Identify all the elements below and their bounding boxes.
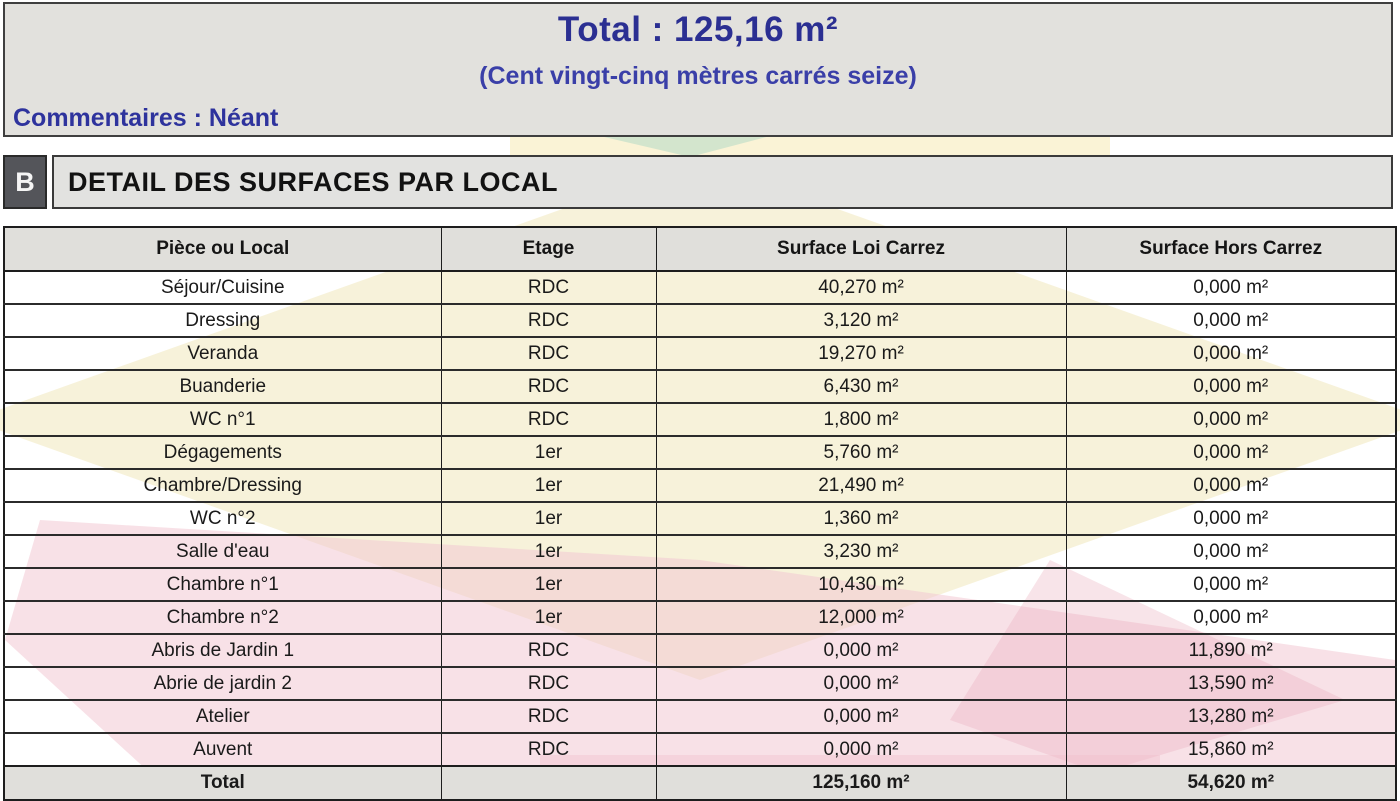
- table-row: Chambre n°21er12,000 m²0,000 m²: [4, 601, 1396, 634]
- document-page: { "header": { "total_title": "Total : 12…: [0, 0, 1400, 773]
- floor-cell: RDC: [441, 370, 656, 403]
- total-surface-title: Total : 125,16 m²: [5, 10, 1391, 50]
- room-name-cell: Dressing: [4, 304, 441, 337]
- total-loi-carrez-cell: 125,160 m²: [656, 766, 1066, 800]
- floor-cell: RDC: [441, 271, 656, 304]
- table-row: AuventRDC0,000 m²15,860 m²: [4, 733, 1396, 766]
- loi-carrez-cell: 19,270 m²: [656, 337, 1066, 370]
- loi-carrez-cell: 3,120 m²: [656, 304, 1066, 337]
- room-name-cell: Abris de Jardin 1: [4, 634, 441, 667]
- room-name-cell: WC n°1: [4, 403, 441, 436]
- hors-carrez-cell: 13,590 m²: [1066, 667, 1396, 700]
- comments-line: Commentaires : Néant: [13, 104, 278, 133]
- floor-cell: RDC: [441, 403, 656, 436]
- room-name-cell: Dégagements: [4, 436, 441, 469]
- column-header-etage: Etage: [441, 227, 656, 271]
- surfaces-table: Pièce ou Local Etage Surface Loi Carrez …: [3, 226, 1397, 801]
- table-row: WC n°21er1,360 m²0,000 m²: [4, 502, 1396, 535]
- room-name-cell: WC n°2: [4, 502, 441, 535]
- room-name-cell: Séjour/Cuisine: [4, 271, 441, 304]
- floor-cell: RDC: [441, 634, 656, 667]
- hors-carrez-cell: 11,890 m²: [1066, 634, 1396, 667]
- floor-cell: 1er: [441, 502, 656, 535]
- hors-carrez-cell: 0,000 m²: [1066, 271, 1396, 304]
- loi-carrez-cell: 0,000 m²: [656, 667, 1066, 700]
- hors-carrez-cell: 15,860 m²: [1066, 733, 1396, 766]
- loi-carrez-cell: 1,800 m²: [656, 403, 1066, 436]
- table-total-row: Total 125,160 m² 54,620 m²: [4, 766, 1396, 800]
- table-row: AtelierRDC0,000 m²13,280 m²: [4, 700, 1396, 733]
- loi-carrez-cell: 3,230 m²: [656, 535, 1066, 568]
- loi-carrez-cell: 5,760 m²: [656, 436, 1066, 469]
- total-summary-panel: Total : 125,16 m² (Cent vingt-cinq mètre…: [3, 2, 1393, 137]
- hors-carrez-cell: 0,000 m²: [1066, 568, 1396, 601]
- floor-cell: 1er: [441, 469, 656, 502]
- column-header-loi-carrez: Surface Loi Carrez: [656, 227, 1066, 271]
- section-header: B DETAIL DES SURFACES PAR LOCAL: [3, 155, 1393, 209]
- floor-cell: RDC: [441, 337, 656, 370]
- floor-cell: RDC: [441, 304, 656, 337]
- table-row: Chambre n°11er10,430 m²0,000 m²: [4, 568, 1396, 601]
- column-header-hors-carrez: Surface Hors Carrez: [1066, 227, 1396, 271]
- total-surface-in-words: (Cent vingt-cinq mètres carrés seize): [5, 62, 1391, 91]
- room-name-cell: Salle d'eau: [4, 535, 441, 568]
- room-name-cell: Veranda: [4, 337, 441, 370]
- table-row: VerandaRDC19,270 m²0,000 m²: [4, 337, 1396, 370]
- loi-carrez-cell: 0,000 m²: [656, 634, 1066, 667]
- loi-carrez-cell: 6,430 m²: [656, 370, 1066, 403]
- table-row: Salle d'eau1er3,230 m²0,000 m²: [4, 535, 1396, 568]
- column-header-piece: Pièce ou Local: [4, 227, 441, 271]
- floor-cell: RDC: [441, 733, 656, 766]
- section-letter-badge: B: [3, 155, 47, 209]
- hors-carrez-cell: 0,000 m²: [1066, 370, 1396, 403]
- total-etage-cell: [441, 766, 656, 800]
- hors-carrez-cell: 0,000 m²: [1066, 436, 1396, 469]
- floor-cell: 1er: [441, 568, 656, 601]
- loi-carrez-cell: 40,270 m²: [656, 271, 1066, 304]
- table-row: Chambre/Dressing1er21,490 m²0,000 m²: [4, 469, 1396, 502]
- hors-carrez-cell: 0,000 m²: [1066, 337, 1396, 370]
- hors-carrez-cell: 0,000 m²: [1066, 469, 1396, 502]
- table-body: Séjour/CuisineRDC40,270 m²0,000 m²Dressi…: [4, 271, 1396, 766]
- room-name-cell: Chambre/Dressing: [4, 469, 441, 502]
- total-label-cell: Total: [4, 766, 441, 800]
- room-name-cell: Chambre n°2: [4, 601, 441, 634]
- hors-carrez-cell: 0,000 m²: [1066, 535, 1396, 568]
- floor-cell: 1er: [441, 436, 656, 469]
- floor-cell: RDC: [441, 667, 656, 700]
- table-row: Séjour/CuisineRDC40,270 m²0,000 m²: [4, 271, 1396, 304]
- table-header-row: Pièce ou Local Etage Surface Loi Carrez …: [4, 227, 1396, 271]
- table-row: BuanderieRDC6,430 m²0,000 m²: [4, 370, 1396, 403]
- loi-carrez-cell: 0,000 m²: [656, 700, 1066, 733]
- hors-carrez-cell: 0,000 m²: [1066, 304, 1396, 337]
- table-row: DressingRDC3,120 m²0,000 m²: [4, 304, 1396, 337]
- hors-carrez-cell: 0,000 m²: [1066, 403, 1396, 436]
- table-row: Abrie de jardin 2RDC0,000 m²13,590 m²: [4, 667, 1396, 700]
- loi-carrez-cell: 10,430 m²: [656, 568, 1066, 601]
- hors-carrez-cell: 0,000 m²: [1066, 502, 1396, 535]
- loi-carrez-cell: 1,360 m²: [656, 502, 1066, 535]
- room-name-cell: Abrie de jardin 2: [4, 667, 441, 700]
- room-name-cell: Buanderie: [4, 370, 441, 403]
- total-hors-carrez-cell: 54,620 m²: [1066, 766, 1396, 800]
- loi-carrez-cell: 0,000 m²: [656, 733, 1066, 766]
- table-row: Dégagements1er5,760 m²0,000 m²: [4, 436, 1396, 469]
- table-row: Abris de Jardin 1RDC0,000 m²11,890 m²: [4, 634, 1396, 667]
- floor-cell: 1er: [441, 601, 656, 634]
- hors-carrez-cell: 13,280 m²: [1066, 700, 1396, 733]
- floor-cell: RDC: [441, 700, 656, 733]
- loi-carrez-cell: 12,000 m²: [656, 601, 1066, 634]
- hors-carrez-cell: 0,000 m²: [1066, 601, 1396, 634]
- room-name-cell: Atelier: [4, 700, 441, 733]
- loi-carrez-cell: 21,490 m²: [656, 469, 1066, 502]
- table-row: WC n°1RDC1,800 m²0,000 m²: [4, 403, 1396, 436]
- room-name-cell: Chambre n°1: [4, 568, 441, 601]
- floor-cell: 1er: [441, 535, 656, 568]
- section-title: DETAIL DES SURFACES PAR LOCAL: [52, 155, 1393, 209]
- room-name-cell: Auvent: [4, 733, 441, 766]
